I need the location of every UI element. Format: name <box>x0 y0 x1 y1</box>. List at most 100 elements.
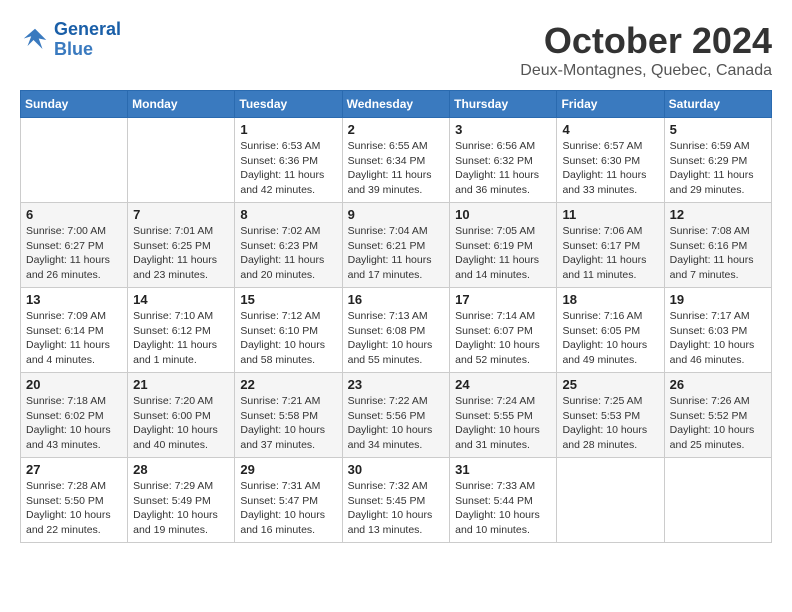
cell-detail: Sunrise: 7:21 AMSunset: 5:58 PMDaylight:… <box>240 394 336 453</box>
calendar-cell: 17 Sunrise: 7:14 AMSunset: 6:07 PMDayligh… <box>450 288 557 373</box>
day-number: 24 <box>455 377 551 392</box>
day-number: 21 <box>133 377 229 392</box>
calendar-cell: 1Sunrise: 6:53 AMSunset: 6:36 PMDaylight… <box>235 118 342 203</box>
cell-detail: Sunrise: 7:29 AMSunset: 5:49 PMDaylight:… <box>133 479 229 538</box>
calendar-cell: 23 Sunrise: 7:22 AMSunset: 5:56 PMDayligh… <box>342 373 450 458</box>
cell-detail: Sunrise: 7:20 AMSunset: 6:00 PMDaylight:… <box>133 394 229 453</box>
day-number: 17 <box>455 292 551 307</box>
day-number: 31 <box>455 462 551 477</box>
calendar-cell: 9 Sunrise: 7:04 AMSunset: 6:21 PMDaylight… <box>342 203 450 288</box>
day-number: 1 <box>240 122 336 137</box>
day-number: 29 <box>240 462 336 477</box>
cell-detail: Sunrise: 7:01 AMSunset: 6:25 PMDaylight:… <box>133 224 229 283</box>
calendar-cell: 20 Sunrise: 7:18 AMSunset: 6:02 PMDayligh… <box>21 373 128 458</box>
day-number: 23 <box>348 377 445 392</box>
day-number: 19 <box>670 292 766 307</box>
calendar-cell: 26Sunrise: 7:26 AMSunset: 5:52 PMDayligh… <box>664 373 771 458</box>
calendar-cell: 30 Sunrise: 7:32 AMSunset: 5:45 PMDayligh… <box>342 458 450 543</box>
day-number: 18 <box>562 292 658 307</box>
week-row-5: 27Sunrise: 7:28 AMSunset: 5:50 PMDayligh… <box>21 458 772 543</box>
cell-detail: Sunrise: 7:17 AMSunset: 6:03 PMDaylight:… <box>670 309 766 368</box>
day-number: 12 <box>670 207 766 222</box>
cell-detail: Sunrise: 7:02 AMSunset: 6:23 PMDaylight:… <box>240 224 336 283</box>
calendar-cell: 27Sunrise: 7:28 AMSunset: 5:50 PMDayligh… <box>21 458 128 543</box>
week-row-1: 1Sunrise: 6:53 AMSunset: 6:36 PMDaylight… <box>21 118 772 203</box>
calendar-cell: 3 Sunrise: 6:56 AMSunset: 6:32 PMDaylight… <box>450 118 557 203</box>
calendar-cell: 19 Sunrise: 7:17 AMSunset: 6:03 PMDayligh… <box>664 288 771 373</box>
calendar-cell <box>557 458 664 543</box>
calendar-cell: 4 Sunrise: 6:57 AMSunset: 6:30 PMDaylight… <box>557 118 664 203</box>
day-number: 6 <box>26 207 122 222</box>
cell-detail: Sunrise: 7:14 AMSunset: 6:07 PMDaylight:… <box>455 309 551 368</box>
header-friday: Friday <box>557 91 664 118</box>
day-number: 4 <box>562 122 658 137</box>
calendar-cell: 15Sunrise: 7:12 AMSunset: 6:10 PMDayligh… <box>235 288 342 373</box>
cell-detail: Sunrise: 7:04 AMSunset: 6:21 PMDaylight:… <box>348 224 445 283</box>
day-number: 13 <box>26 292 122 307</box>
title-area: October 2024 Deux-Montagnes, Quebec, Can… <box>520 20 772 80</box>
calendar-table: SundayMondayTuesdayWednesdayThursdayFrid… <box>20 90 772 543</box>
calendar-cell <box>21 118 128 203</box>
header-tuesday: Tuesday <box>235 91 342 118</box>
calendar-cell: 21 Sunrise: 7:20 AMSunset: 6:00 PMDayligh… <box>128 373 235 458</box>
calendar-cell: 8 Sunrise: 7:02 AMSunset: 6:23 PMDaylight… <box>235 203 342 288</box>
cell-detail: Sunrise: 7:26 AMSunset: 5:52 PMDaylight:… <box>670 394 766 453</box>
calendar-cell: 29 Sunrise: 7:31 AMSunset: 5:47 PMDayligh… <box>235 458 342 543</box>
day-number: 9 <box>348 207 445 222</box>
calendar-cell: 31 Sunrise: 7:33 AMSunset: 5:44 PMDayligh… <box>450 458 557 543</box>
header-wednesday: Wednesday <box>342 91 450 118</box>
calendar-cell: 12 Sunrise: 7:08 AMSunset: 6:16 PMDayligh… <box>664 203 771 288</box>
calendar-cell: 25 Sunrise: 7:25 AMSunset: 5:53 PMDayligh… <box>557 373 664 458</box>
cell-detail: Sunrise: 7:31 AMSunset: 5:47 PMDaylight:… <box>240 479 336 538</box>
day-number: 3 <box>455 122 551 137</box>
logo-text: General Blue <box>54 20 121 60</box>
week-row-2: 6Sunrise: 7:00 AMSunset: 6:27 PMDaylight… <box>21 203 772 288</box>
month-title: October 2024 <box>520 20 772 62</box>
day-number: 27 <box>26 462 122 477</box>
calendar-cell: 7 Sunrise: 7:01 AMSunset: 6:25 PMDaylight… <box>128 203 235 288</box>
cell-detail: Sunrise: 7:13 AMSunset: 6:08 PMDaylight:… <box>348 309 445 368</box>
header-sunday: Sunday <box>21 91 128 118</box>
calendar-cell: 14Sunrise: 7:10 AMSunset: 6:12 PMDayligh… <box>128 288 235 373</box>
calendar-cell: 28 Sunrise: 7:29 AMSunset: 5:49 PMDayligh… <box>128 458 235 543</box>
cell-detail: Sunrise: 7:10 AMSunset: 6:12 PMDaylight:… <box>133 309 229 368</box>
calendar-cell: 16Sunrise: 7:13 AMSunset: 6:08 PMDayligh… <box>342 288 450 373</box>
cell-detail: Sunrise: 7:22 AMSunset: 5:56 PMDaylight:… <box>348 394 445 453</box>
day-number: 8 <box>240 207 336 222</box>
cell-detail: Sunrise: 6:57 AMSunset: 6:30 PMDaylight:… <box>562 139 658 198</box>
calendar-cell: 11 Sunrise: 7:06 AMSunset: 6:17 PMDayligh… <box>557 203 664 288</box>
logo: General Blue <box>20 20 121 60</box>
location-title: Deux-Montagnes, Quebec, Canada <box>520 62 772 80</box>
calendar-cell: 24Sunrise: 7:24 AMSunset: 5:55 PMDayligh… <box>450 373 557 458</box>
day-number: 15 <box>240 292 336 307</box>
calendar-cell <box>128 118 235 203</box>
calendar-cell: 13 Sunrise: 7:09 AMSunset: 6:14 PMDayligh… <box>21 288 128 373</box>
cell-detail: Sunrise: 7:06 AMSunset: 6:17 PMDaylight:… <box>562 224 658 283</box>
cell-detail: Sunrise: 7:33 AMSunset: 5:44 PMDaylight:… <box>455 479 551 538</box>
day-number: 25 <box>562 377 658 392</box>
day-number: 2 <box>348 122 445 137</box>
header-thursday: Thursday <box>450 91 557 118</box>
calendar-cell: 6Sunrise: 7:00 AMSunset: 6:27 PMDaylight… <box>21 203 128 288</box>
calendar-cell: 18 Sunrise: 7:16 AMSunset: 6:05 PMDayligh… <box>557 288 664 373</box>
calendar-cell: 10Sunrise: 7:05 AMSunset: 6:19 PMDayligh… <box>450 203 557 288</box>
day-number: 30 <box>348 462 445 477</box>
day-number: 5 <box>670 122 766 137</box>
cell-detail: Sunrise: 7:09 AMSunset: 6:14 PMDaylight:… <box>26 309 122 368</box>
week-row-4: 20 Sunrise: 7:18 AMSunset: 6:02 PMDayligh… <box>21 373 772 458</box>
logo-icon <box>20 25 50 55</box>
cell-detail: Sunrise: 6:55 AMSunset: 6:34 PMDaylight:… <box>348 139 445 198</box>
cell-detail: Sunrise: 7:08 AMSunset: 6:16 PMDaylight:… <box>670 224 766 283</box>
week-row-3: 13 Sunrise: 7:09 AMSunset: 6:14 PMDayligh… <box>21 288 772 373</box>
header: General Blue October 2024 Deux-Montagnes… <box>20 20 772 80</box>
day-number: 28 <box>133 462 229 477</box>
day-number: 7 <box>133 207 229 222</box>
day-number: 11 <box>562 207 658 222</box>
cell-detail: Sunrise: 6:56 AMSunset: 6:32 PMDaylight:… <box>455 139 551 198</box>
cell-detail: Sunrise: 7:18 AMSunset: 6:02 PMDaylight:… <box>26 394 122 453</box>
calendar-cell: 22Sunrise: 7:21 AMSunset: 5:58 PMDayligh… <box>235 373 342 458</box>
cell-detail: Sunrise: 7:32 AMSunset: 5:45 PMDaylight:… <box>348 479 445 538</box>
cell-detail: Sunrise: 7:25 AMSunset: 5:53 PMDaylight:… <box>562 394 658 453</box>
cell-detail: Sunrise: 7:16 AMSunset: 6:05 PMDaylight:… <box>562 309 658 368</box>
day-number: 20 <box>26 377 122 392</box>
